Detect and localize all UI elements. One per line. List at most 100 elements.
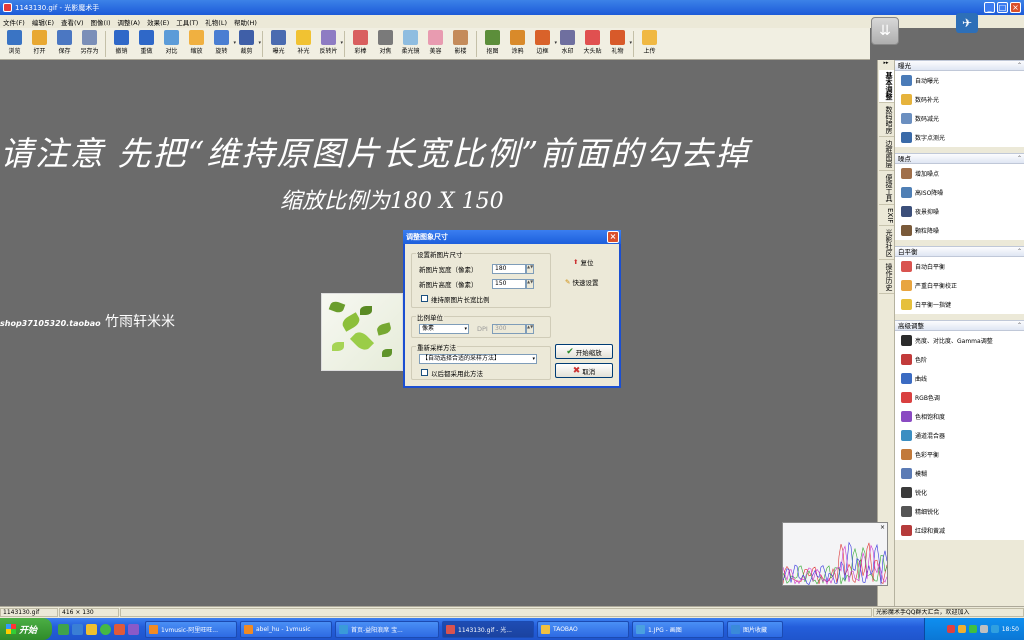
histogram-close-icon[interactable]: × <box>880 524 885 531</box>
resample-select[interactable]: 【自动选择合适的采样方法】 ▾ <box>419 354 537 364</box>
ie-icon[interactable] <box>72 624 83 635</box>
vertical-tab-4[interactable]: EXIF <box>879 206 894 226</box>
dpi-spinner[interactable]: ▲▼ <box>526 324 534 334</box>
panel-item[interactable]: 红绿和黄减 <box>895 521 1024 540</box>
menu-2[interactable]: 查看(V) <box>61 17 84 27</box>
panel-item[interactable]: 颗粒降噪 <box>895 221 1024 240</box>
panel-item[interactable]: 色阶 <box>895 350 1024 369</box>
menu-7[interactable]: 礼物(L) <box>205 17 227 27</box>
toolbar-button-24[interactable]: 边框 ▾ <box>530 28 555 59</box>
menu-0[interactable]: 文件(F) <box>3 17 25 27</box>
dropdown-arrow-icon[interactable]: ▾ <box>629 40 632 46</box>
quick-set-link[interactable]: ✎ 快速设置 <box>565 277 598 287</box>
panel-item[interactable]: 数字点测光 <box>895 128 1024 147</box>
start-resize-button[interactable]: ✔ 开始缩放 <box>555 344 613 359</box>
toolbar-button-9[interactable]: 旋转 ▾ <box>209 28 234 59</box>
panel-item[interactable]: 锐化 <box>895 483 1024 502</box>
taskbar-task-4[interactable]: TAOBAO <box>537 621 629 638</box>
dpi-input[interactable]: 300 <box>492 324 526 334</box>
media-icon[interactable] <box>114 624 125 635</box>
reset-link[interactable]: ⬆ 复位 <box>573 257 593 267</box>
panel-item[interactable]: 高ISO降噪 <box>895 183 1024 202</box>
maximize-button[interactable]: □ <box>997 2 1008 13</box>
toolbar-button-18[interactable]: 柔光镜 <box>398 28 423 59</box>
taskbar-task-3[interactable]: 1143130.gif - 光... <box>442 621 534 638</box>
menu-3[interactable]: 图像(I) <box>91 17 111 27</box>
minimize-button[interactable]: _ <box>984 2 995 13</box>
width-input[interactable]: 180 <box>492 264 526 274</box>
panel-item[interactable]: 白平衡一指键 <box>895 295 1024 314</box>
vertical-tab-0[interactable]: 基本调整 <box>879 70 894 103</box>
panel-item[interactable]: RGB色调 <box>895 388 1024 407</box>
image-thumbnail[interactable] <box>321 293 403 371</box>
tray-icon[interactable] <box>958 625 966 633</box>
taskbar-task-2[interactable]: 首页-益阳浪席 宝... <box>335 621 439 638</box>
dropdown-arrow-icon[interactable]: ▾ <box>258 40 261 46</box>
collapse-icon[interactable]: ⌃ <box>1017 61 1022 71</box>
panel-item[interactable]: 精细锐化 <box>895 502 1024 521</box>
toolbar-button-25[interactable]: 水印 <box>555 28 580 59</box>
toolbar-button-27[interactable]: 礼物 ▾ <box>605 28 630 59</box>
menu-8[interactable]: 帮助(H) <box>234 17 257 27</box>
collapse-icon[interactable]: ⌃ <box>1017 321 1022 331</box>
toolbar-button-1[interactable]: 打开 <box>27 28 52 59</box>
toolbar-button-16[interactable]: 彩棒 <box>348 28 373 59</box>
taskbar-task-0[interactable]: 1vmusic-阿里旺旺... <box>145 621 237 638</box>
collapse-icon[interactable]: ⌃ <box>1017 154 1022 164</box>
toolbar-button-5[interactable]: 撤销 <box>109 28 134 59</box>
toolbar-button-29[interactable]: 上传 <box>637 28 662 59</box>
toolbar-button-0[interactable]: 浏览 <box>2 28 27 59</box>
tray-icon[interactable] <box>969 625 977 633</box>
width-spinner[interactable]: ▲▼ <box>526 264 534 274</box>
vertical-tab-5[interactable]: 光影社区 <box>879 227 894 260</box>
panel-item[interactable]: 数码补光 <box>895 90 1024 109</box>
toolbar-button-8[interactable]: 缩放 <box>184 28 209 59</box>
vertical-tab-2[interactable]: 边框图层 <box>879 138 894 171</box>
toolbar-button-2[interactable]: 保存 <box>52 28 77 59</box>
toolbar-button-7[interactable]: 对比 <box>159 28 184 59</box>
close-button[interactable]: × <box>1010 2 1021 13</box>
menu-1[interactable]: 编辑(E) <box>32 17 54 27</box>
keep-ratio-checkbox[interactable] <box>421 295 428 302</box>
folder-icon[interactable] <box>86 624 97 635</box>
toolbar-button-13[interactable]: 补光 <box>291 28 316 59</box>
histogram-panel[interactable]: × <box>782 522 888 586</box>
dropdown-arrow-icon[interactable]: ▾ <box>340 40 343 46</box>
panel-item[interactable]: 通道混合器 <box>895 426 1024 445</box>
panel-item[interactable]: 曲线 <box>895 369 1024 388</box>
panel-item[interactable]: 增加噪点 <box>895 164 1024 183</box>
toolbar-button-22[interactable]: 抠图 <box>480 28 505 59</box>
toolbar-button-19[interactable]: 美容 <box>423 28 448 59</box>
panel-item[interactable]: 色相饱和度 <box>895 407 1024 426</box>
panel-item[interactable]: 亮度、对比度、Gamma调整 <box>895 331 1024 350</box>
toolbar-button-12[interactable]: 曝光 <box>266 28 291 59</box>
panel-item[interactable]: 模糊 <box>895 464 1024 483</box>
menu-5[interactable]: 效果(E) <box>147 17 169 27</box>
tray-icon[interactable] <box>947 625 955 633</box>
unit-select[interactable]: 像素 ▾ <box>419 324 469 334</box>
collapse-toolbar-button[interactable]: ⇊ <box>871 17 899 45</box>
toolbar-button-3[interactable]: 另存为 <box>77 28 102 59</box>
toolbar-button-20[interactable]: 影楼 <box>448 28 473 59</box>
quick-launch-icon[interactable] <box>58 624 69 635</box>
always-use-checkbox[interactable] <box>421 369 428 376</box>
dialog-close-button[interactable]: × <box>607 231 619 243</box>
network-icon[interactable] <box>991 625 999 633</box>
volume-icon[interactable] <box>980 625 988 633</box>
height-input[interactable]: 150 <box>492 279 526 289</box>
vertical-tab-3[interactable]: 便捷工具 <box>879 172 894 205</box>
toolbar-button-6[interactable]: 重做 <box>134 28 159 59</box>
messenger-icon[interactable] <box>100 624 111 635</box>
panel-header[interactable]: 白平衡 ⌃ <box>895 246 1024 257</box>
collapse-icon[interactable]: ⌃ <box>1017 247 1022 257</box>
panel-header[interactable]: 噪点 ⌃ <box>895 153 1024 164</box>
toolbar-button-23[interactable]: 涂鸦 <box>505 28 530 59</box>
vertical-tab-6[interactable]: 操作历史 <box>879 261 894 294</box>
panel-item[interactable]: 严重白平衡校正 <box>895 276 1024 295</box>
panel-item[interactable]: 夜景抑噪 <box>895 202 1024 221</box>
panel-expand-icon[interactable]: ▸▸ <box>878 60 894 69</box>
toolbar-button-14[interactable]: 反转片 ▾ <box>316 28 341 59</box>
title-bar[interactable]: 1143130.gif - 光影魔术手 _ □ × <box>0 0 1024 15</box>
menu-6[interactable]: 工具(T) <box>176 17 198 27</box>
menu-4[interactable]: 调整(A) <box>118 17 141 27</box>
